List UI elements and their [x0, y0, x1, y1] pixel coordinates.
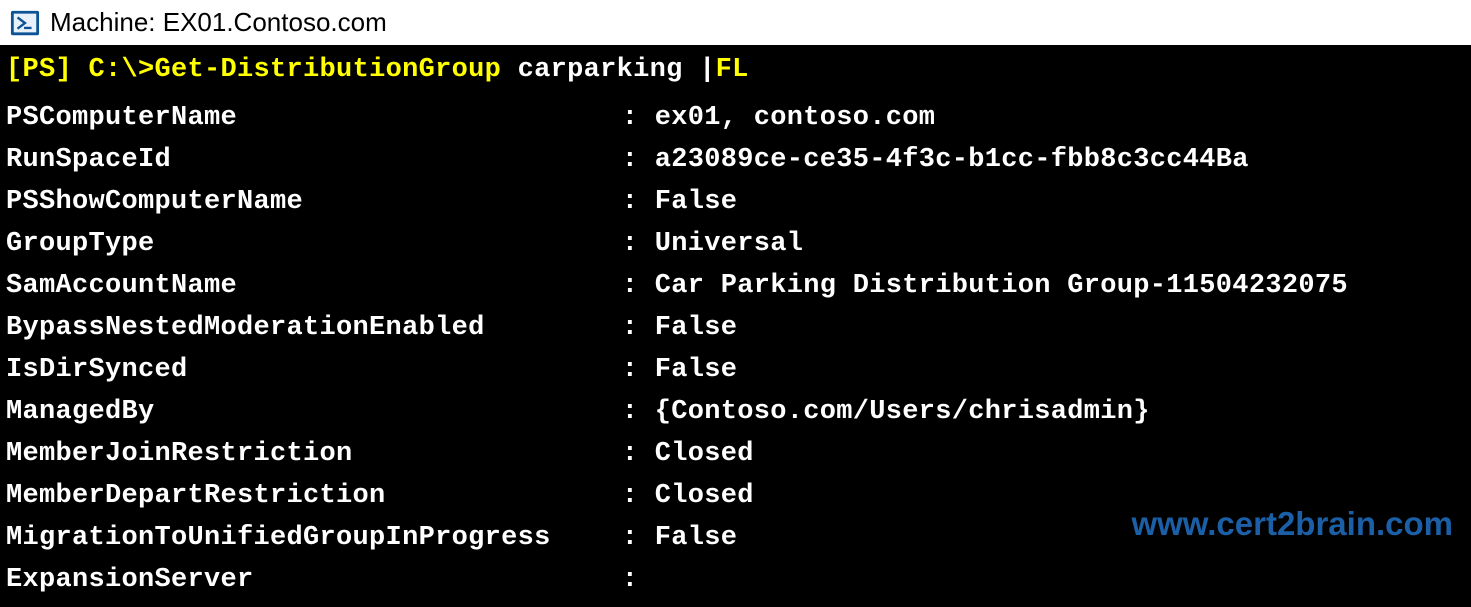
output-row: IsDirSynced: False [6, 349, 1471, 391]
output-row: ExpansionServer: [6, 559, 1471, 601]
window-title: Machine: EX01.Contoso.com [50, 7, 387, 38]
command-line: [PS] C:\>Get-DistributionGroup carparkin… [6, 49, 1471, 91]
output-row: PSComputerName: ex01, contoso.com [6, 97, 1471, 139]
output-row: BypassNestedModerationEnabled: False [6, 307, 1471, 349]
window-titlebar: Machine: EX01.Contoso.com [0, 0, 1471, 45]
powershell-icon [10, 8, 40, 38]
output-row: ManagedBy: {Contoso.com/Users/chrisadmin… [6, 391, 1471, 433]
output-row: MemberJoinRestriction: Closed [6, 433, 1471, 475]
output-row: RunSpaceId: a23089ce-ce35-4f3c-b1cc-fbb8… [6, 139, 1471, 181]
output-row: PSShowComputerName: False [6, 181, 1471, 223]
terminal-area[interactable]: [PS] C:\>Get-DistributionGroup carparkin… [0, 45, 1471, 607]
output-row: SamAccountName: Car Parking Distribution… [6, 265, 1471, 307]
output-row: GroupType: Universal [6, 223, 1471, 265]
watermark-text: www.cert2brain.com [1131, 503, 1453, 545]
